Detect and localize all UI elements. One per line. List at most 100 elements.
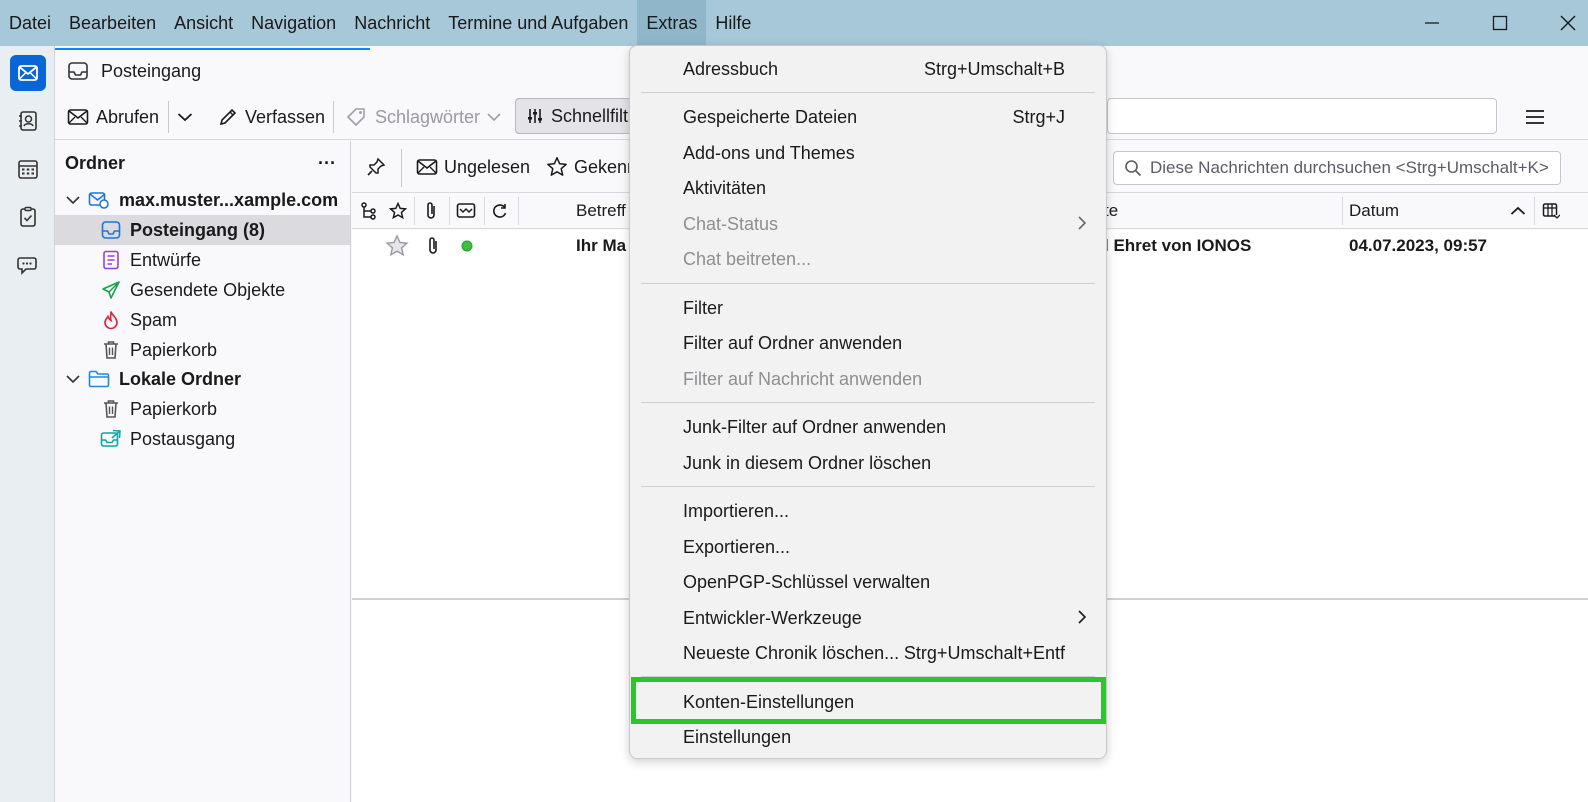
folder-label: Entwürfe [130,249,202,270]
starred-filter-button[interactable]: Gekenn [546,151,637,183]
menu-item-label: Neueste Chronik löschen... [683,642,900,663]
folder-item-posteingang[interactable]: Posteingang (8) [55,215,350,245]
menu-extras[interactable]: Extras [637,0,707,46]
mail-icon [18,65,38,81]
menu-ansicht[interactable]: Ansicht [165,0,242,46]
attachment-column[interactable] [424,193,438,229]
menu-item-shortcut: Strg+Umschalt+B [923,58,1065,79]
extras-menu-popup: Adressbuch Strg+Umschalt+B Gespeicherte … [629,45,1107,759]
get-messages-button[interactable]: Abrufen [67,100,159,134]
menu-navigation[interactable]: Navigation [242,0,345,46]
column-separator [484,197,485,225]
menu-item-einstellungen[interactable]: Einstellungen [631,720,1105,754]
menu-item-label: Junk in diesem Ordner löschen [683,452,932,473]
tasks-space-button[interactable] [10,199,46,235]
account-name: max.muster...xample.com [119,189,339,210]
folder-item-spam[interactable]: Spam [55,305,350,335]
toolbar-divider [168,101,169,133]
folder-item-gesendete-objekte[interactable]: Gesendete Objekte [55,275,350,305]
sticky-filter-button[interactable] [366,151,386,183]
star-toggle[interactable] [385,230,409,262]
folder-item-postausgang[interactable]: Postausgang [55,424,350,454]
menu-item-label: Einstellungen [683,726,792,747]
chevron-down-icon[interactable] [63,374,83,384]
menu-item-filter[interactable]: Filter [631,291,1105,325]
outbox-icon [100,428,122,450]
menu-item-neueste-chronik-loeschen[interactable]: Neueste Chronik löschen... Strg+Umschalt… [631,636,1105,670]
folder-pane-title: Ordner [65,152,126,173]
inbox-icon [68,62,88,80]
menu-datei[interactable]: Datei [0,0,60,46]
hamburger-menu-icon [1526,110,1544,124]
menu-item-label: Chat beitreten... [683,248,812,269]
calendar-icon [18,160,38,179]
folder-item-papierkorb[interactable]: Papierkorb [55,335,350,365]
menu-item-adressbuch[interactable]: Adressbuch Strg+Umschalt+B [631,52,1105,86]
starred-column[interactable] [389,193,407,229]
close-window-button[interactable] [1534,0,1588,46]
folder-item-entwuerfe[interactable]: Entwürfe [55,245,350,275]
thread-icon [361,202,376,220]
mail-space-button[interactable] [10,55,46,91]
status-dot[interactable] [460,230,474,262]
chat-space-button[interactable] [10,247,46,283]
calendar-space-button[interactable] [10,151,46,187]
spam-icon [100,309,122,331]
menu-item-add-ons-und-themes[interactable]: Add-ons und Themes [631,136,1105,170]
menu-nachricht[interactable]: Nachricht [345,0,439,46]
menu-item-label: Filter [683,297,723,318]
paperclip-icon [427,202,435,219]
menu-item-aktivitaeten[interactable]: Aktivitäten [631,171,1105,205]
menu-hilfe[interactable]: Hilfe [706,0,760,46]
sort-ascending-indicator [1510,193,1526,229]
thread-column-toggle[interactable] [360,193,378,229]
folder-label: Spam [130,309,178,330]
message-search-input[interactable]: Diese Nachrichten durchsuchen <Strg+Umsc… [1113,151,1561,185]
folder-label: Posteingang (8) [130,219,266,240]
subject-column-header[interactable]: Betreff [576,193,626,229]
read-status-column[interactable] [491,193,509,229]
folder-label: Papierkorb [130,398,218,419]
chevron-right-icon [1077,215,1087,236]
chevron-down-icon[interactable] [63,195,83,205]
maximize-button[interactable] [1466,0,1534,46]
tab-posteingang[interactable]: Posteingang [55,48,370,92]
minimize-button[interactable] [1398,0,1466,46]
correspondent-text: l Ehret von IONOS [1104,236,1252,255]
filter-sliders-icon [528,109,542,123]
menu-item-junk-filter-auf-ordner-anwenden[interactable]: Junk-Filter auf Ordner anwenden [631,410,1105,444]
attachment-indicator [426,230,440,262]
global-search-input[interactable] [1107,98,1497,134]
address-book-icon [19,111,37,131]
get-messages-dropdown[interactable] [177,100,193,134]
column-separator [1342,197,1343,225]
menu-item-openpgp-schluessel[interactable]: OpenPGP-Schlüssel verwalten [631,565,1105,599]
menu-item-exportieren[interactable]: Exportieren... [631,530,1105,564]
menu-item-importieren[interactable]: Importieren... [631,494,1105,528]
folder-item-papierkorb-local[interactable]: Papierkorb [55,394,350,424]
menu-item-label: Aktivitäten [683,177,767,198]
junk-status-column[interactable] [456,193,476,229]
folder-pane-menu-button[interactable]: ··· [318,153,336,174]
write-button[interactable]: Verfassen [218,100,325,134]
account-row[interactable]: max.muster...xample.com [55,185,350,215]
tags-button[interactable]: Schlagwörter [346,100,501,134]
app-menu-button[interactable] [1525,100,1545,134]
menu-item-label: Entwickler-Werkzeuge [683,607,862,628]
menu-bearbeiten[interactable]: Bearbeiten [60,0,165,46]
menu-item-junk-loeschen[interactable]: Junk in diesem Ordner löschen [631,446,1105,480]
search-icon [1125,160,1142,177]
menu-item-entwickler-werkzeuge[interactable]: Entwickler-Werkzeuge [631,601,1105,635]
menu-separator [641,486,1095,487]
account-row-lokale-ordner[interactable]: Lokale Ordner [55,364,350,394]
menu-termine-und-aufgaben[interactable]: Termine und Aufgaben [439,0,637,46]
column-picker-button[interactable] [1542,193,1560,229]
address-book-space-button[interactable] [10,103,46,139]
menu-item-filter-auf-ordner-anwenden[interactable]: Filter auf Ordner anwenden [631,326,1105,360]
account-name: Lokale Ordner [119,368,242,389]
menu-item-gespeicherte-dateien[interactable]: Gespeicherte Dateien Strg+J [631,100,1105,134]
minimize-icon [1425,22,1439,24]
date-column-header[interactable]: Datum [1349,193,1399,229]
folder-icon [88,368,110,390]
unread-filter-button[interactable]: Ungelesen [416,151,530,183]
